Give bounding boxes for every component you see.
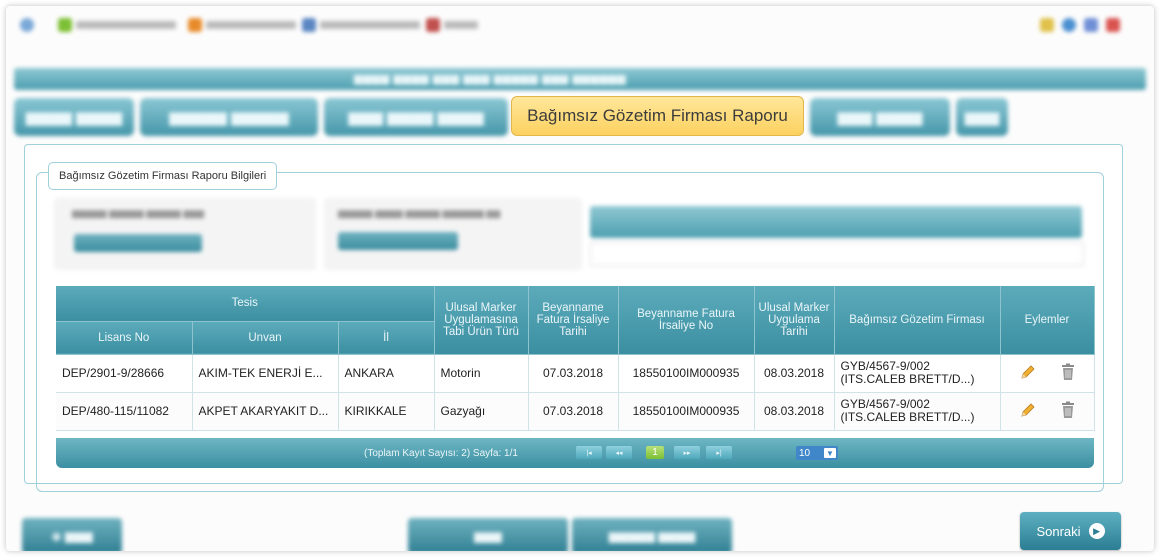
tab-evrak-yukleme[interactable]: ▆▆▆ ▆▆▆▆	[810, 98, 950, 136]
header-urun-turu: Ulusal Marker Uygulamasına Tabi Ürün Tür…	[434, 286, 529, 355]
cell-lisans-no: DEP/2901-9/28666	[56, 354, 193, 393]
toolbar-menu-3[interactable]	[302, 18, 420, 32]
chevron-down-icon: ▼	[824, 448, 836, 458]
table-row[interactable]: DEP/480-115/11082 AKPET AKARYAKIT D... K…	[56, 392, 1095, 431]
application-window: ▆▆▆▆ ▆▆▆▆ ▆▆▆ ▆▆▆ ▆▆▆▆▆ ▆▆▆ ▆▆▆▆▆▆ ▆▆▆▆ …	[6, 6, 1154, 551]
cell-urun-turu: Gazyağı	[434, 392, 529, 431]
toolbar-menu-4[interactable]	[426, 18, 478, 32]
previous-button[interactable]: ◉ ▆▆▆	[22, 518, 122, 551]
cell-eylemler	[1000, 354, 1095, 393]
header-band: ▆▆▆▆ ▆▆▆▆ ▆▆▆ ▆▆▆ ▆▆▆▆▆ ▆▆▆ ▆▆▆▆▆▆	[14, 68, 1146, 90]
section-legend-text: Bağımsız Gözetim Firması Raporu Bilgiler…	[59, 170, 267, 182]
toolbar-menu-1[interactable]	[58, 18, 176, 32]
header-unvan: Unvan	[192, 321, 339, 355]
cell-urun-turu: Motorin	[434, 354, 529, 393]
next-page-button[interactable]: ▸▸	[674, 446, 700, 459]
header-uygulama-tarihi: Ulusal Marker Uygulama Tarihi	[754, 286, 835, 355]
cell-unvan: AKPET AKARYAKIT D...	[192, 392, 339, 431]
pager-summary: (Toplam Kayıt Sayısı: 2) Sayfa: 1/1	[364, 448, 518, 459]
top-toolbar	[6, 6, 1154, 44]
delete-trash-icon[interactable]	[1061, 401, 1075, 422]
cell-firma: GYB/4567-9/002 (ITS.CALEB BRETT/D...)	[834, 392, 1001, 431]
tab-onay[interactable]: ▆▆▆	[956, 98, 1008, 136]
first-page-button[interactable]: |◂	[576, 446, 602, 459]
cell-il: KIRIKKALE	[338, 392, 435, 431]
table-row[interactable]: DEP/2901-9/28666 AKIM-TEK ENERJİ E... AN…	[56, 354, 1095, 393]
logout-icon[interactable]	[1106, 18, 1120, 32]
next-button[interactable]: Sonraki ▶	[1020, 512, 1121, 550]
header-fatura-no: Beyanname Fatura İrsaliye No	[618, 286, 755, 355]
cell-fatura-tarihi: 07.03.2018	[528, 354, 619, 393]
cell-lisans-no: DEP/480-115/11082	[56, 392, 193, 431]
tab-active-label: Bağımsız Gözetim Firması Raporu	[527, 106, 788, 125]
prev-page-button[interactable]: ◂◂	[606, 446, 632, 459]
save-button[interactable]: ▆▆▆	[408, 518, 568, 551]
section-legend: Bağımsız Gözetim Firması Raporu Bilgiler…	[48, 162, 278, 190]
edit-pencil-icon[interactable]	[1019, 401, 1037, 422]
tab-talep-bilgileri[interactable]: ▆▆▆▆ ▆▆▆▆	[14, 98, 134, 136]
cell-fatura-no: 18550100IM000935	[618, 392, 755, 431]
excel-upload-label: ▆▆▆▆▆ ▆▆▆▆ ▆▆▆▆▆ ▆▆▆▆▆▆ ▆▆	[338, 208, 501, 218]
header-eylemler: Eylemler	[1000, 286, 1095, 355]
cell-il: ANKARA	[338, 354, 435, 393]
cell-fatura-no: 18550100IM000935	[618, 354, 755, 393]
cell-eylemler	[1000, 392, 1095, 431]
tesis-group-header: Tesis	[56, 286, 435, 322]
cell-fatura-tarihi: 07.03.2018	[528, 392, 619, 431]
report-table: Tesis Ulusal Marker Uygulamasına Tabi Ür…	[56, 286, 1095, 431]
toolbar-menu-2[interactable]	[188, 18, 296, 32]
excel-select-button[interactable]	[338, 232, 458, 250]
tab-randevu[interactable]: ▆▆▆▆▆ ▆▆▆▆▆	[140, 98, 318, 136]
header-band-text: ▆▆▆▆ ▆▆▆▆ ▆▆▆ ▆▆▆ ▆▆▆▆▆ ▆▆▆ ▆▆▆▆▆▆	[354, 73, 627, 85]
cell-firma: GYB/4567-9/002 (ITS.CALEB BRETT/D...)	[834, 354, 1001, 393]
delete-trash-icon[interactable]	[1061, 363, 1075, 384]
header-fatura-tarihi: Beyanname Fatura İrsaliye Tarihi	[528, 286, 619, 355]
next-button-label: Sonraki	[1036, 523, 1081, 539]
tab-stok-tespit[interactable]: ▆▆▆ ▆▆▆▆ ▆▆▆▆	[324, 98, 508, 136]
save-changes-button[interactable]: ▆▆▆▆▆ ▆▆▆▆	[572, 518, 732, 551]
key-icon[interactable]	[1040, 18, 1054, 32]
info-box	[590, 206, 1084, 268]
header-lisans-no: Lisans No	[56, 321, 193, 355]
header-firma: Bağımsız Gözetim Firması	[834, 286, 1001, 355]
cell-uygulama-tarihi: 08.03.2018	[754, 392, 835, 431]
manual-entry-label: ▆▆▆▆▆ ▆▆▆▆▆ ▆▆▆▆▆ ▆▆▆	[72, 208, 205, 218]
new-record-button[interactable]	[74, 234, 202, 252]
cell-uygulama-tarihi: 08.03.2018	[754, 354, 835, 393]
table-pager: (Toplam Kayıt Sayısı: 2) Sayfa: 1/1 |◂ ◂…	[56, 438, 1094, 468]
excel-upload-box: ▆▆▆▆▆ ▆▆▆▆ ▆▆▆▆▆ ▆▆▆▆▆▆ ▆▆	[324, 198, 582, 270]
edit-pencil-icon[interactable]	[1019, 363, 1037, 384]
user-icon[interactable]	[1062, 18, 1076, 32]
header-il: İl	[338, 321, 435, 355]
cell-unvan: AKIM-TEK ENERJİ E...	[192, 354, 339, 393]
home-icon[interactable]	[20, 18, 34, 32]
page-size-value: 10	[799, 447, 811, 459]
current-page-button[interactable]: 1	[646, 446, 664, 459]
manual-entry-box: ▆▆▆▆▆ ▆▆▆▆▆ ▆▆▆▆▆ ▆▆▆	[54, 198, 316, 270]
info-bar	[590, 206, 1082, 238]
page-size-select[interactable]: 10 ▼	[796, 446, 838, 460]
last-page-button[interactable]: ▸|	[706, 446, 732, 459]
arrow-right-icon: ▶	[1088, 523, 1105, 539]
mail-icon[interactable]	[1084, 18, 1098, 32]
tab-bagimsiz-gozetim[interactable]: Bağımsız Gözetim Firması Raporu	[511, 96, 804, 136]
info-field	[590, 242, 1084, 266]
